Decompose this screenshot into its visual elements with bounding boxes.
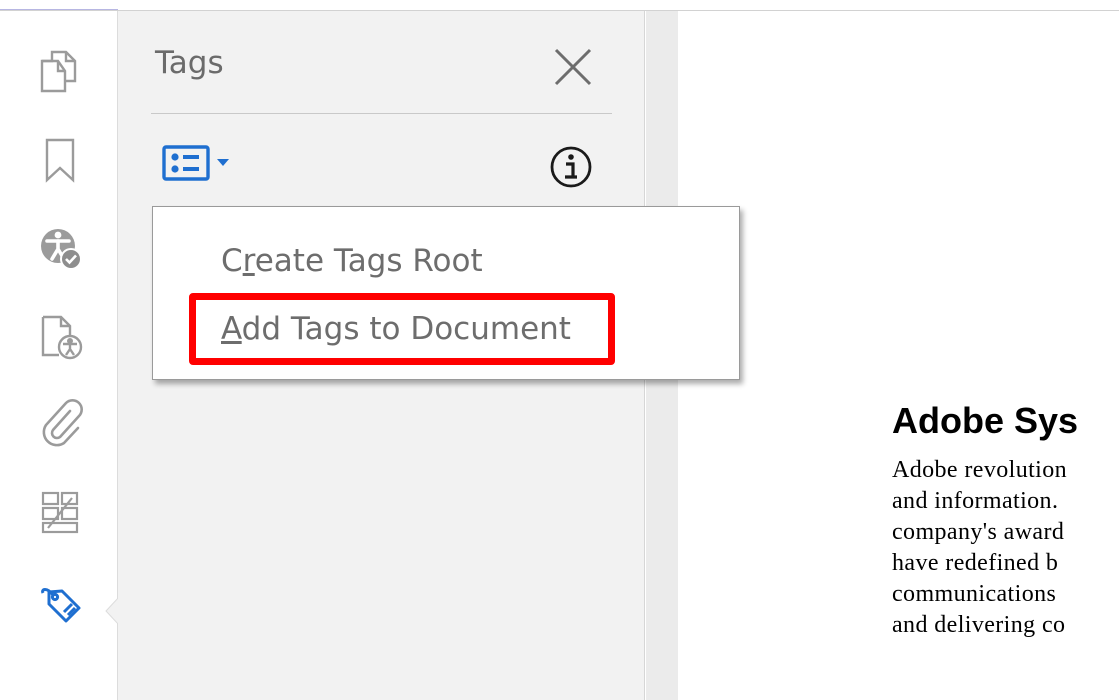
- close-icon: [554, 48, 592, 86]
- document-body: Adobe revolution and information. compan…: [892, 455, 1067, 641]
- menu-item-create-tags-root[interactable]: Create Tags Root: [221, 243, 483, 279]
- active-panel-pointer: [105, 597, 119, 625]
- navigation-rail: [0, 11, 119, 700]
- document-line: and information.: [892, 488, 1059, 514]
- info-button[interactable]: [549, 145, 593, 189]
- attachment-paperclip-icon[interactable]: [38, 399, 84, 449]
- accessibility-checker-icon[interactable]: [38, 223, 84, 273]
- document-line: and delivering co: [892, 612, 1066, 638]
- document-line: company's award: [892, 519, 1065, 545]
- panel-title: Tags: [155, 45, 224, 81]
- options-menu-button[interactable]: [162, 144, 240, 182]
- panel-divider: [151, 113, 612, 114]
- bookmark-icon[interactable]: [38, 135, 84, 185]
- tags-options-menu: Create Tags Root Add Tags to Document: [152, 206, 740, 380]
- options-list-icon: [162, 145, 229, 181]
- tag-icon[interactable]: [38, 578, 84, 628]
- info-icon: [550, 146, 592, 188]
- menu-item-add-tags-to-document[interactable]: Add Tags to Document: [221, 311, 571, 347]
- document-line: Adobe revolution: [892, 457, 1068, 483]
- document-page: Adobe Sys Adobe revolution and informati…: [679, 11, 1119, 700]
- document-line: have redefined b: [892, 550, 1059, 576]
- accessibility-report-icon[interactable]: [38, 311, 84, 361]
- order-content-icon[interactable]: [38, 487, 84, 537]
- document-line: communications: [892, 581, 1057, 607]
- page-thumbnails-icon[interactable]: [38, 47, 84, 97]
- close-panel-button[interactable]: [550, 44, 596, 90]
- document-heading: Adobe Sys: [892, 400, 1079, 441]
